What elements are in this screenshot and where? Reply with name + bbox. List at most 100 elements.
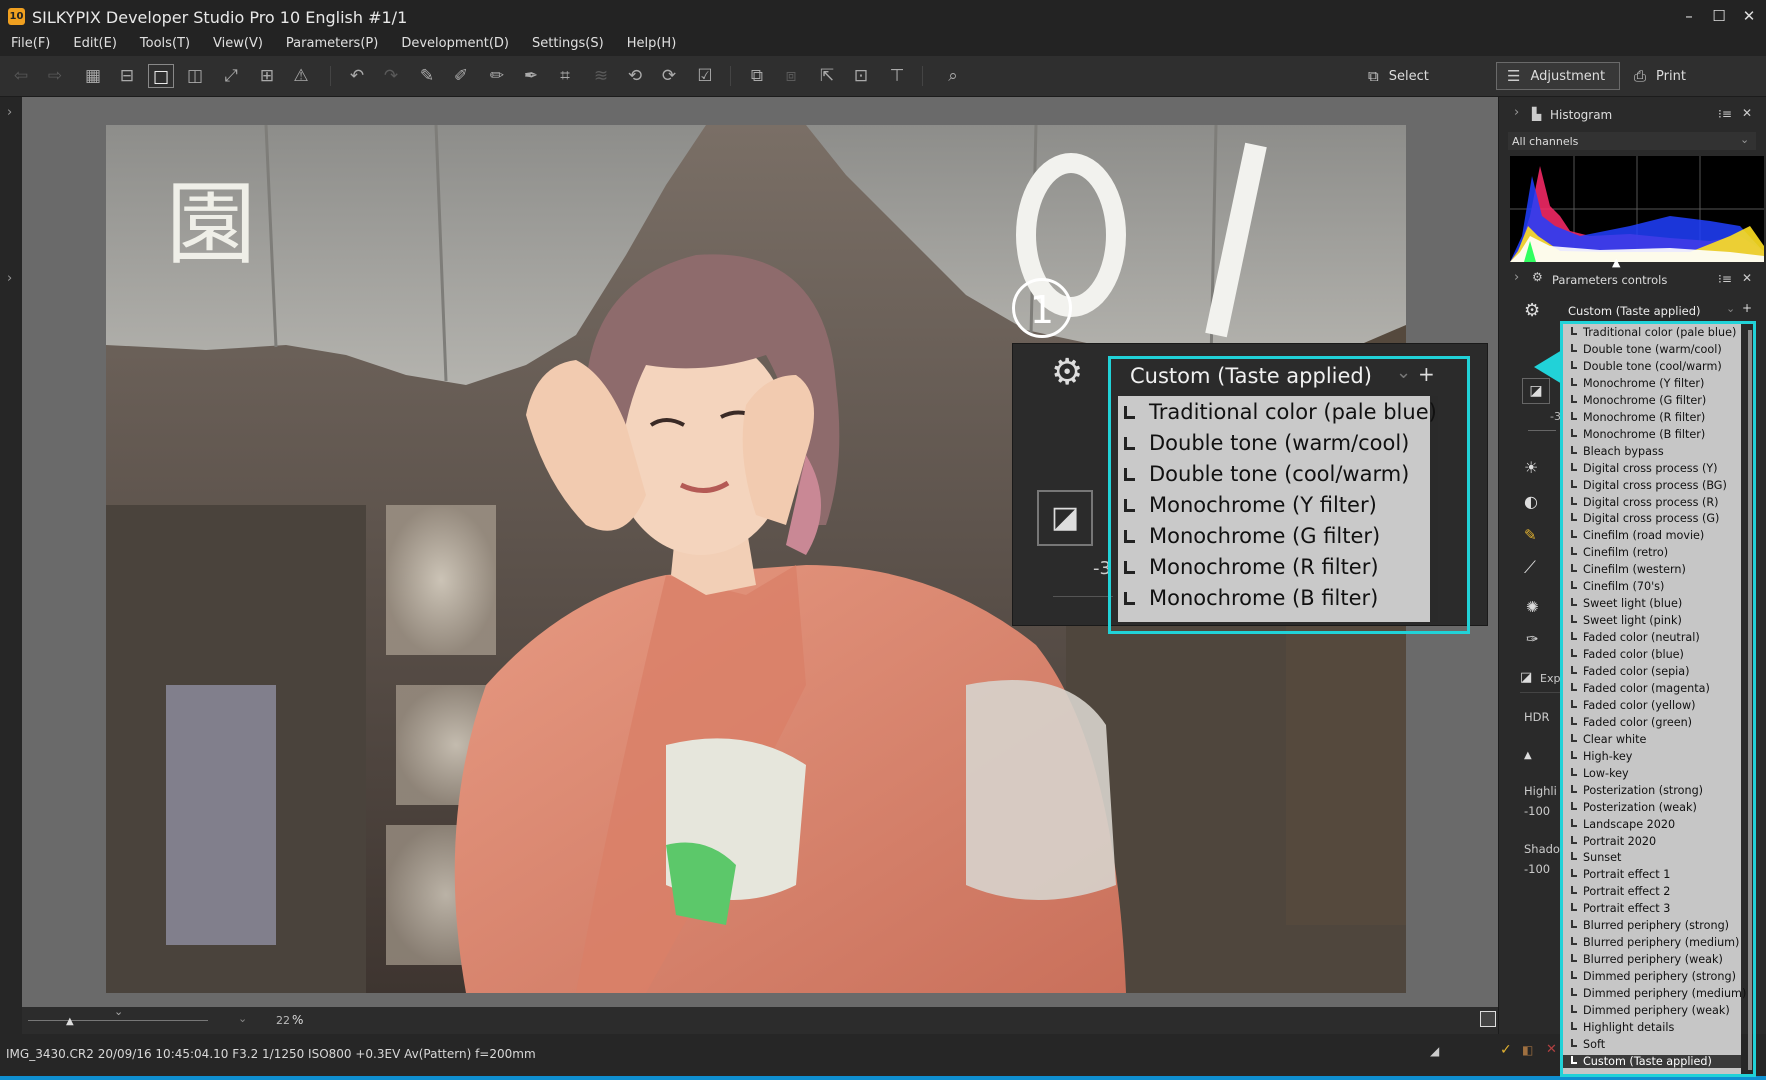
callout-highlight-frame [1108, 356, 1470, 634]
highlight-value[interactable]: -100 [1524, 804, 1550, 818]
menu-file[interactable]: File(F) [0, 34, 62, 56]
menu-view[interactable]: View(V) [202, 34, 275, 56]
fullscreen-icon[interactable]: ⤢ [218, 64, 244, 88]
brightness-icon[interactable]: ☀ [1524, 458, 1538, 477]
maximize-button[interactable]: ☐ [1704, 4, 1734, 28]
exposure-icon: ◪ [1037, 490, 1093, 546]
title-bar: 10 SILKYPIX Developer Studio Pro 10 Engl… [0, 0, 1766, 34]
highlight-frame [1560, 321, 1756, 1077]
navigator-icon[interactable] [1480, 1011, 1496, 1027]
histogram-title: Histogram [1550, 108, 1613, 122]
menu-development[interactable]: Development(D) [390, 34, 521, 56]
print-label: Print [1656, 68, 1686, 84]
highlight-icon[interactable]: ✺ [1526, 598, 1539, 616]
warning-icon[interactable]: ⚠ [288, 64, 314, 88]
toolbar: ⇦ ⇨ ▦ ⊟ □ ◫ ⤢ ⊞ ⚠ ↶ ↷ ✎ ✐ ✏ ✒ ⌗ ≋ ⟲ ⟳ ☑ … [0, 56, 1766, 97]
zoom-value[interactable]: 22 [276, 1014, 290, 1027]
print-mode-button[interactable]: ⎙ Print [1624, 62, 1734, 90]
minimize-button[interactable]: – [1674, 4, 1704, 28]
crop-icon[interactable]: ⌗ [552, 64, 578, 88]
menu-help[interactable]: Help(H) [616, 34, 689, 56]
dropdown-scrollbar[interactable] [1748, 330, 1752, 1070]
printer-icon: ⎙ [1634, 67, 1647, 85]
reject-icon[interactable]: ✕ [1546, 1042, 1557, 1057]
zoom-dropdown-icon[interactable]: ⌄ [238, 1012, 247, 1025]
check-icon[interactable]: ☑ [692, 64, 718, 88]
dropper-icon[interactable]: ✎ [414, 64, 440, 88]
panel-close-icon[interactable]: ✕ [1742, 106, 1752, 120]
exposure-small-icon: ◪ [1520, 670, 1533, 685]
check-mark-icon[interactable]: ✓ [1500, 1042, 1512, 1058]
zoom-slider-thumb[interactable]: ▲ [66, 1016, 74, 1027]
rating-icon[interactable]: ◢ [1430, 1044, 1439, 1058]
histogram-expand-icon[interactable]: › [1514, 105, 1519, 120]
params-icon: ⚙ [1532, 270, 1543, 284]
menu-parameters[interactable]: Parameters(P) [275, 34, 390, 56]
rotate-left-icon[interactable]: ⟲ [622, 64, 648, 88]
tone-curve-icon[interactable]: ⟋ [1524, 558, 1536, 578]
select-mode-button[interactable]: ⧉ Select [1358, 62, 1476, 90]
params-expand-icon[interactable]: › [1514, 270, 1519, 285]
toolbar-divider [922, 66, 923, 86]
params-title: Parameters controls [1552, 273, 1668, 287]
menu-edit[interactable]: Edit(E) [62, 34, 129, 56]
params-close-icon[interactable]: ✕ [1742, 271, 1752, 285]
redo-icon[interactable]: ↷ [378, 64, 404, 88]
left-collapse-strip: › › [0, 97, 22, 1034]
contrast-icon[interactable]: ◐ [1524, 492, 1538, 511]
menu-settings[interactable]: Settings(S) [521, 34, 616, 56]
toolbar-divider [330, 66, 331, 86]
step-number-badge: 1 [1012, 278, 1072, 338]
label-icon[interactable]: ◧ [1522, 1043, 1533, 1057]
menu-tools[interactable]: Tools(T) [129, 34, 202, 56]
gear-icon[interactable]: ⚙ [1524, 300, 1540, 321]
add-taste-icon[interactable]: + [1742, 301, 1752, 315]
export-icon[interactable]: ⇱ [814, 64, 840, 88]
shadow-label: Shado [1524, 842, 1560, 856]
slider-track [1053, 596, 1113, 597]
slider-track[interactable] [1528, 430, 1556, 431]
thumbnail-grid-icon[interactable]: ▦ [80, 64, 106, 88]
brush-icon[interactable]: ✒ [518, 64, 544, 88]
zoom-slider-track[interactable] [28, 1020, 208, 1021]
filmstrip-icon[interactable]: ⊟ [114, 64, 140, 88]
panel-menu-icon[interactable]: ⁝≡ [1718, 107, 1732, 121]
expand-left-panel-icon[interactable]: › [7, 271, 12, 286]
forward-icon[interactable]: ⇨ [42, 64, 68, 88]
chevron-down-icon: ⌄ [1726, 302, 1736, 315]
undo-icon[interactable]: ↶ [344, 64, 370, 88]
paste-parameters-icon[interactable]: ⧈ [778, 64, 804, 88]
window-title: SILKYPIX Developer Studio Pro 10 English… [32, 8, 408, 27]
dropper-icon[interactable]: ✎ [1524, 526, 1537, 544]
viewer-bottom-bar: ▲ ⌄ ⌄ 22 % [22, 1005, 1498, 1034]
gear-icon: ⚙ [1051, 352, 1084, 393]
params-menu-icon[interactable]: ⁝≡ [1718, 272, 1732, 286]
channel-select[interactable]: All channels ⌄ [1508, 132, 1756, 150]
taste-select[interactable]: Custom (Taste applied) ⌄ + [1562, 301, 1752, 319]
file-info: IMG_3430.CR2 20/09/16 10:45:04.10 F3.2 1… [6, 1047, 536, 1061]
grid-overlay-icon[interactable]: ⊞ [254, 64, 280, 88]
adjustment-mode-button[interactable]: ☰ Adjustment [1496, 62, 1620, 90]
compare-view-icon[interactable]: ◫ [182, 64, 208, 88]
copy-parameters-icon[interactable]: ⧉ [744, 64, 770, 88]
back-icon[interactable]: ⇦ [8, 64, 34, 88]
adjustment-label: Adjustment [1530, 68, 1606, 84]
develop-icon[interactable]: ⊡ [848, 64, 874, 88]
hdr-slider-thumb[interactable]: ▲ [1524, 750, 1532, 761]
search-icon[interactable]: ⌕ [940, 64, 966, 88]
single-view-icon[interactable]: □ [148, 64, 174, 88]
expand-left-panel-icon[interactable]: › [7, 105, 12, 120]
histogram-marker-icon: ▲ [1612, 256, 1621, 269]
divider [1520, 692, 1560, 693]
white-balance-dropper-icon[interactable]: ✐ [448, 64, 474, 88]
select-label: Select [1388, 68, 1429, 84]
exposure-dropper-icon[interactable]: ✏ [484, 64, 510, 88]
exposure-icon[interactable]: ◪ [1522, 378, 1550, 404]
rotate-right-icon[interactable]: ⟳ [656, 64, 682, 88]
layers-icon[interactable]: ≋ [588, 64, 614, 88]
close-button[interactable]: ✕ [1734, 4, 1764, 28]
select-icon: ⧉ [1368, 67, 1379, 85]
brush-icon[interactable]: ✑ [1526, 630, 1539, 648]
tool-icon[interactable]: ⊤ [884, 64, 910, 88]
shadow-value[interactable]: -100 [1524, 862, 1550, 876]
